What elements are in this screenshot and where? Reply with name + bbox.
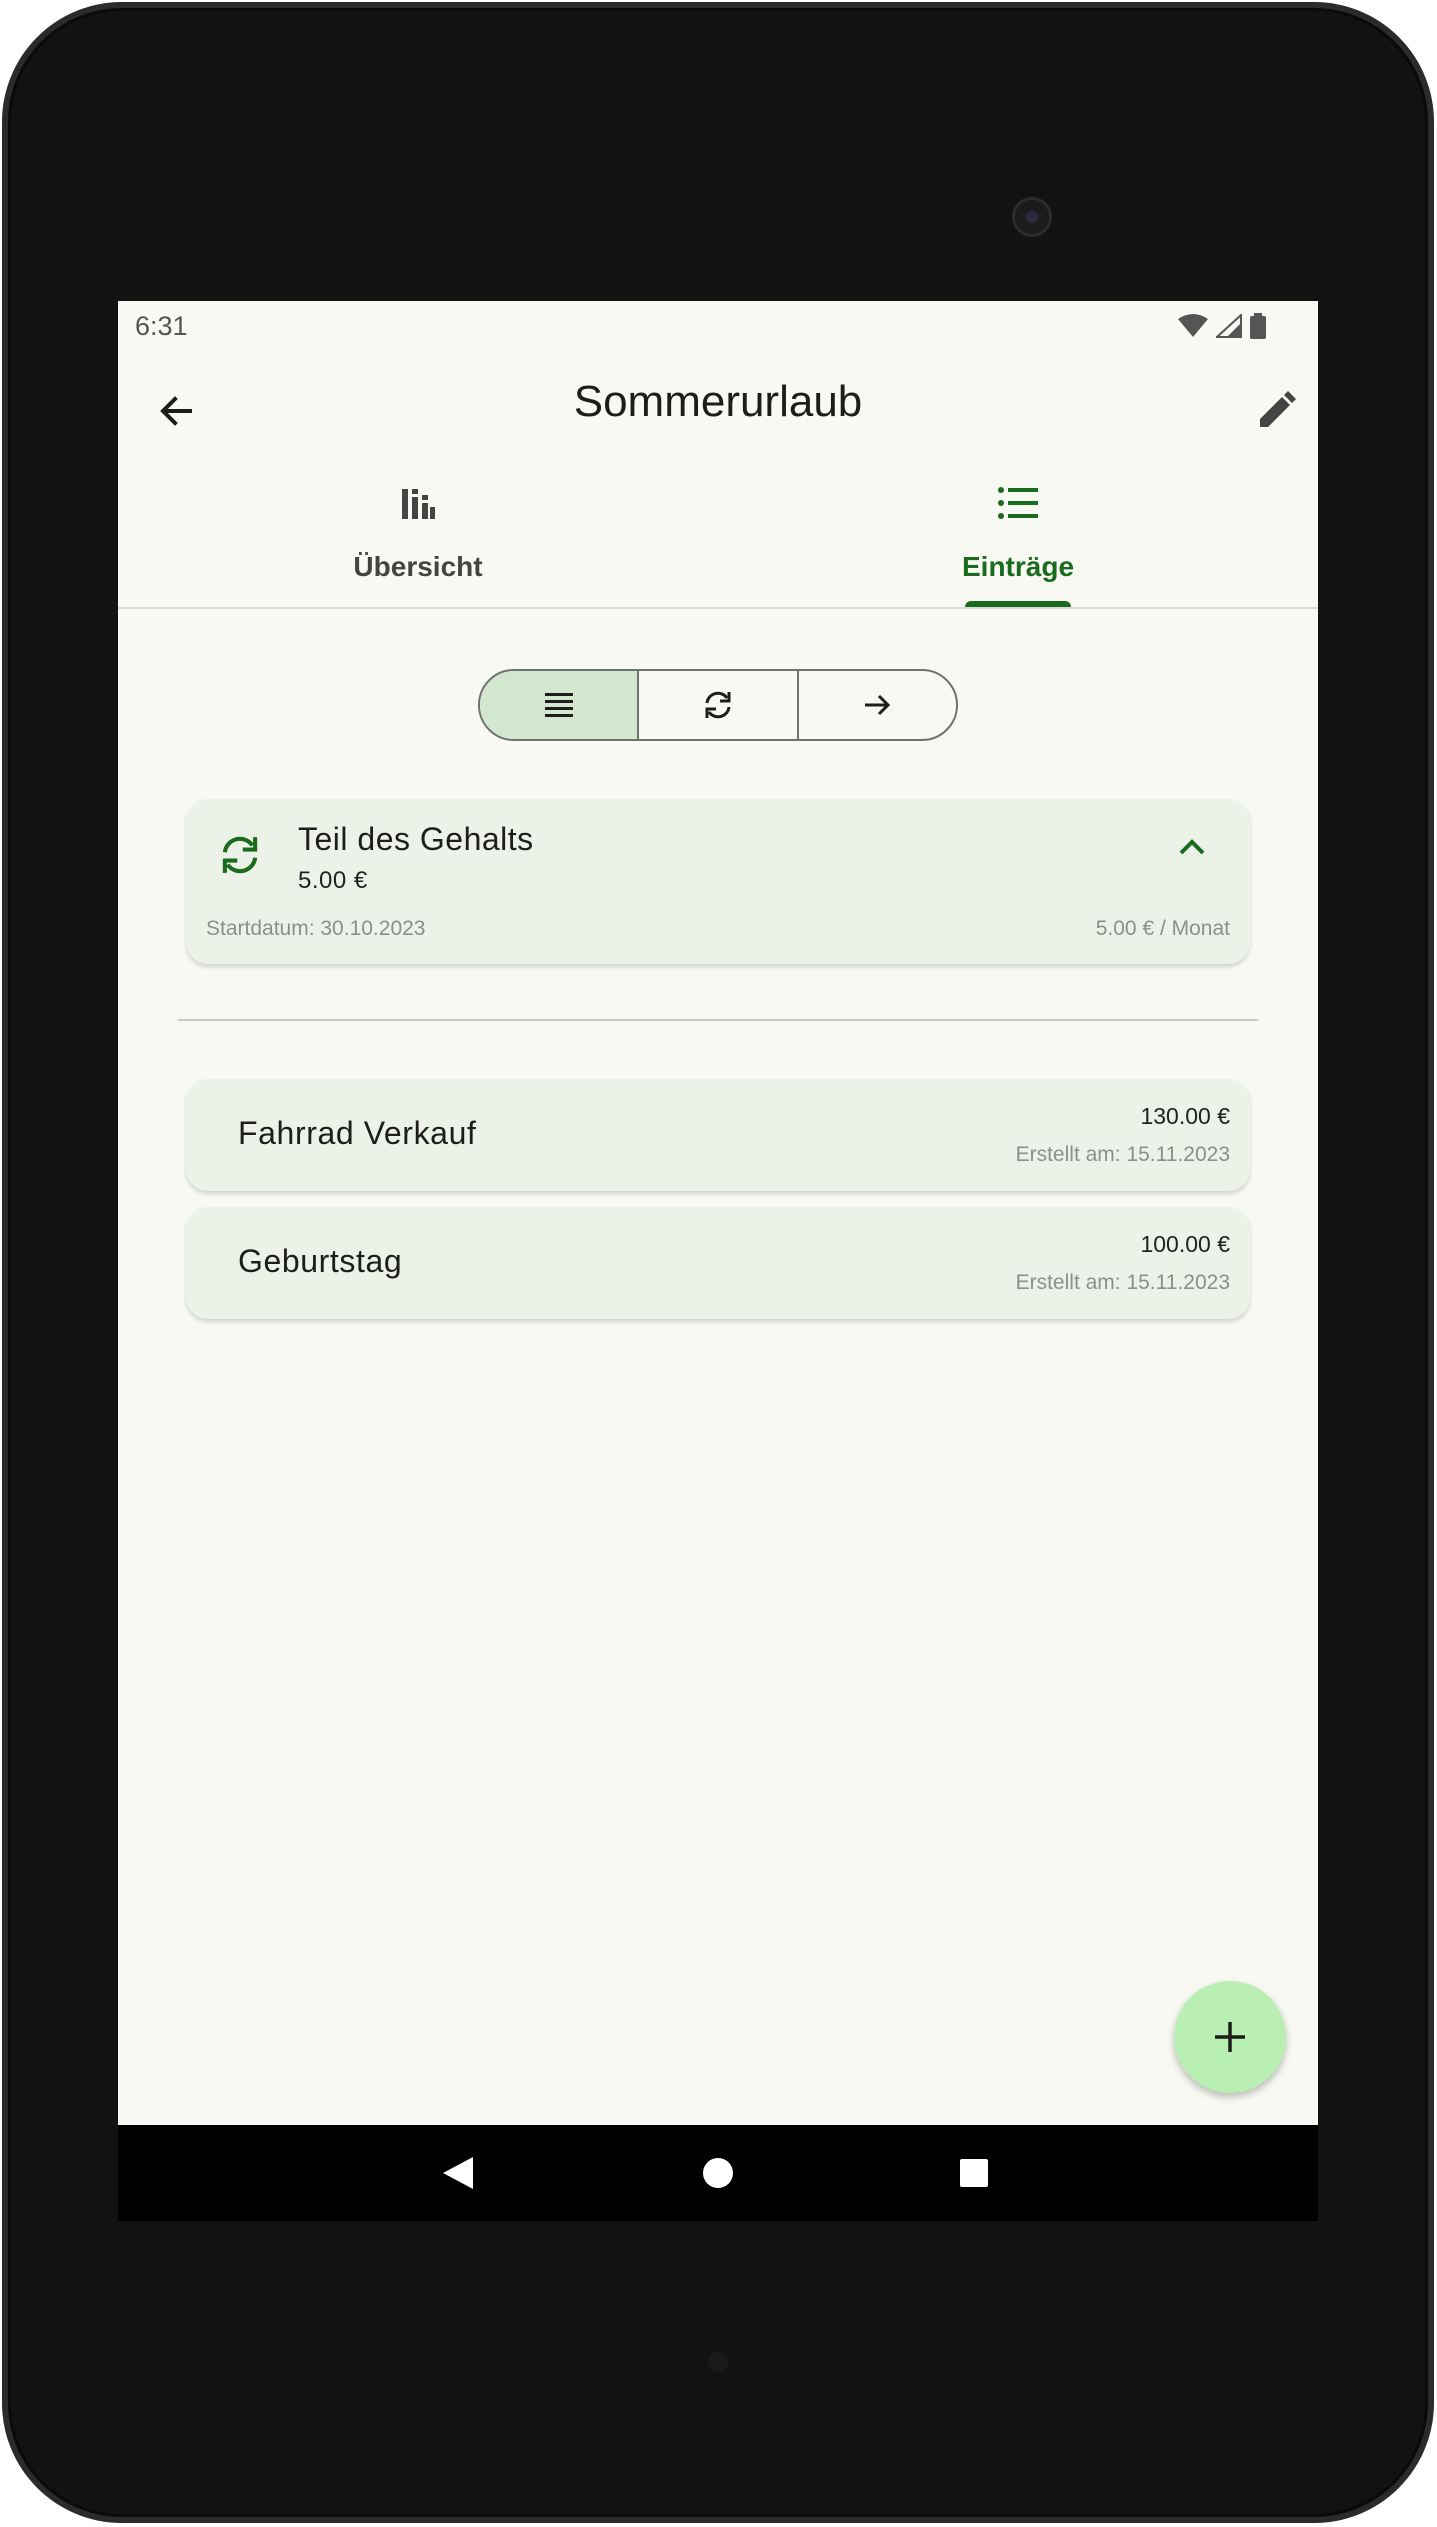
- recurring-amount: 5.00 €: [298, 867, 368, 894]
- collapse-button[interactable]: [1178, 837, 1206, 862]
- entry-amount: 100.00 €: [1140, 1231, 1230, 1257]
- sync-icon: [222, 836, 258, 874]
- sync-icon: [705, 691, 731, 719]
- entry-filter-segmented: [478, 669, 958, 741]
- wifi-icon: [1178, 314, 1208, 337]
- entry-created-date: Erstellt am: 15.11.2023: [1015, 1143, 1230, 1166]
- add-entry-button[interactable]: [1174, 1981, 1286, 2093]
- bar-chart-icon: [402, 489, 435, 519]
- segment-recurring[interactable]: [639, 671, 799, 739]
- arrow-right-icon: [865, 694, 891, 716]
- app-screen: 6:31 Sommerurlaub Übersicht Einträge Tei…: [118, 301, 1318, 2221]
- tab-overview-label: Übersicht: [353, 551, 483, 582]
- tab-entries-label: Einträge: [961, 551, 1075, 582]
- sensor-dot: [708, 2352, 728, 2372]
- tab-bar: Übersicht Einträge: [118, 461, 1318, 609]
- edit-button[interactable]: [1246, 381, 1306, 441]
- circle-home-icon: [703, 2158, 733, 2188]
- recurring-start-date: Startdatum: 30.10.2023: [206, 917, 426, 940]
- triangle-back-icon: [443, 2157, 473, 2189]
- recurring-icon-wrap: [218, 833, 262, 882]
- segment-all[interactable]: [480, 671, 640, 739]
- segment-transfer[interactable]: [799, 671, 956, 739]
- active-tab-indicator: [965, 601, 1071, 607]
- status-time: 6:31: [135, 311, 188, 341]
- recurring-rate: 5.00 € / Monat: [1095, 917, 1230, 940]
- tab-entries[interactable]: Einträge: [718, 461, 1318, 607]
- list-lines-icon: [544, 693, 573, 717]
- square-recents-icon: [960, 2159, 988, 2187]
- tab-overview[interactable]: Übersicht: [118, 461, 718, 607]
- entry-name: Geburtstag: [238, 1243, 403, 1279]
- pencil-icon: [1260, 391, 1296, 427]
- status-icons: [1178, 313, 1266, 339]
- chevron-up-icon: [1179, 839, 1205, 855]
- list-icon: [998, 487, 1038, 519]
- recurring-entry-card[interactable]: Teil des Gehalts 5.00 € Startdatum: 30.1…: [186, 799, 1250, 964]
- nav-home-button[interactable]: [688, 2143, 748, 2203]
- section-divider: [178, 1019, 1258, 1021]
- status-bar: 6:31: [118, 301, 1318, 351]
- nav-back-button[interactable]: [428, 2143, 488, 2203]
- system-navigation-bar: [118, 2125, 1318, 2221]
- recurring-title: Teil des Gehalts: [298, 821, 534, 857]
- plus-icon: [1215, 2022, 1245, 2052]
- battery-icon: [1250, 313, 1266, 339]
- entry-amount: 130.00 €: [1140, 1103, 1230, 1129]
- list-item[interactable]: Geburtstag 100.00 € Erstellt am: 15.11.2…: [186, 1207, 1250, 1319]
- entry-name: Fahrrad Verkauf: [238, 1115, 477, 1151]
- cell-signal-icon: [1216, 314, 1242, 338]
- front-camera: [1012, 197, 1052, 237]
- entry-created-date: Erstellt am: 15.11.2023: [1015, 1271, 1230, 1294]
- page-title: Sommerurlaub: [573, 377, 863, 426]
- nav-recents-button[interactable]: [944, 2143, 1004, 2203]
- top-app-bar: Sommerurlaub: [118, 351, 1318, 461]
- list-item[interactable]: Fahrrad Verkauf 130.00 € Erstellt am: 15…: [186, 1079, 1250, 1191]
